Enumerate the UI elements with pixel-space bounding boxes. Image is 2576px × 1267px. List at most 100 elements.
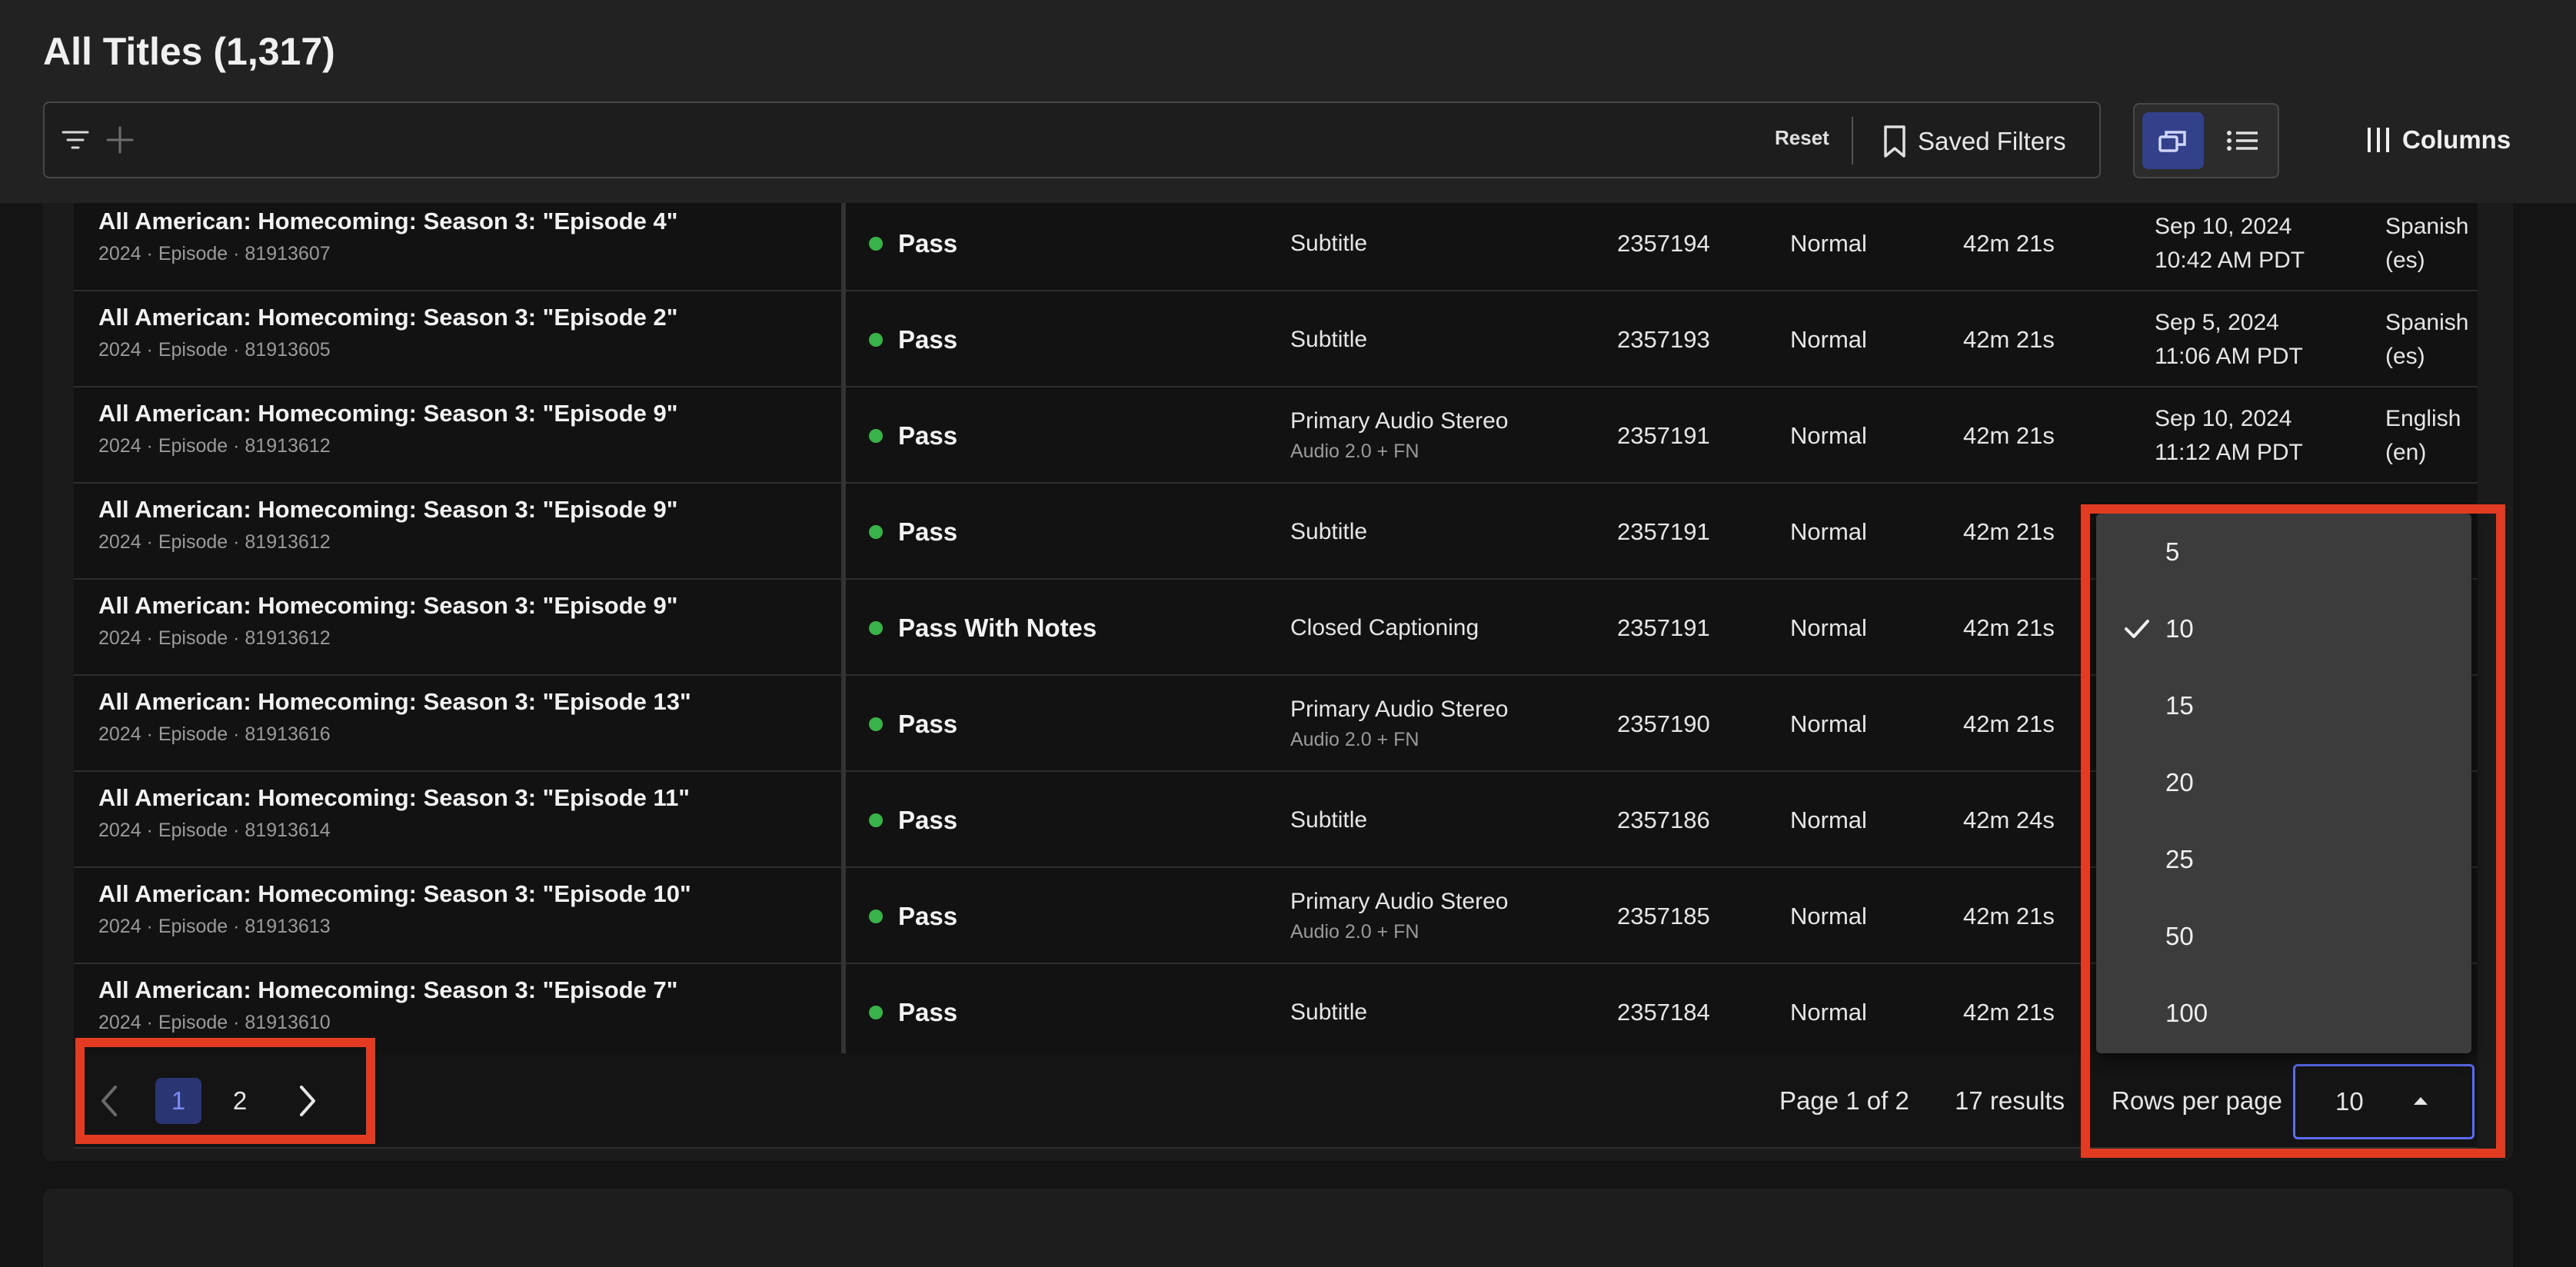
type-main: Primary Audio Stereo	[1290, 889, 1509, 914]
row-subtitle: 2024 · Episode · 81913612	[98, 627, 331, 649]
saved-filters-button[interactable]: Saved Filters	[1882, 120, 2066, 163]
language-text: Spanish	[2385, 213, 2469, 239]
rows-option[interactable]: 100	[2096, 975, 2471, 1052]
rows-option[interactable]: 15	[2096, 667, 2471, 744]
status-dot-icon	[869, 813, 883, 827]
rows-option[interactable]: 5	[2096, 514, 2471, 590]
row-subtitle: 2024 · Episode · 81913614	[98, 820, 331, 841]
time-text: 11:12 AM PDT	[2155, 439, 2303, 465]
id-cell: 2357185	[1617, 902, 1710, 929]
card-view-icon	[2157, 126, 2189, 155]
rows-per-page-menu: 5 10 15 20 25 50 100	[2096, 514, 2471, 1053]
row-title: All American: Homecoming: Season 3: "Epi…	[98, 496, 678, 523]
status-text: Pass	[898, 324, 958, 354]
date-cell: Sep 10, 2024 11:12 AM PDT	[2155, 387, 2303, 484]
row-subtitle: 2024 · Episode · 81913610	[98, 1012, 331, 1033]
filter-divider	[1852, 117, 1853, 165]
filter-bar[interactable]: Reset Saved Filters	[43, 101, 2101, 178]
status-dot-icon	[869, 1005, 883, 1019]
title-cell: All American: Homecoming: Season 3: "Epi…	[98, 496, 898, 554]
priority-cell: Normal	[1790, 710, 1867, 737]
row-subtitle: 2024 · Episode · 81913607	[98, 243, 331, 264]
status-text: Pass	[898, 517, 958, 546]
type-sub: Audio 2.0 + FN	[1290, 441, 1419, 462]
status-dot-icon	[869, 428, 883, 443]
columns-button[interactable]: Columns	[2365, 118, 2511, 161]
filter-icon[interactable]	[60, 125, 91, 155]
rows-option[interactable]: 50	[2096, 898, 2471, 975]
type-cell: Closed Captioning	[1290, 580, 1479, 676]
page-2-button[interactable]: 2	[217, 1078, 263, 1124]
status-cell: Pass	[869, 772, 957, 868]
status-cell: Pass	[869, 868, 957, 964]
caret-up-icon	[2412, 1096, 2429, 1106]
title-cell: All American: Homecoming: Season 3: "Epi…	[98, 592, 898, 650]
priority-cell: Normal	[1790, 998, 1867, 1026]
status-dot-icon	[869, 620, 883, 635]
row-subtitle: 2024 · Episode · 81913612	[98, 531, 331, 553]
next-page-button[interactable]	[297, 1081, 320, 1121]
status-cell: Pass	[869, 964, 957, 1060]
language-cell: Spanish (es)	[2385, 291, 2476, 387]
id-cell: 2357184	[1617, 998, 1710, 1026]
id-cell: 2357190	[1617, 710, 1710, 737]
title-cell: All American: Homecoming: Season 3: "Epi…	[98, 304, 898, 361]
previous-page-button[interactable]	[97, 1081, 120, 1121]
rows-option-label: 10	[2165, 614, 2194, 643]
table-row[interactable]: All American: Homecoming: Season 3: "Epi…	[74, 291, 2478, 387]
type-sub: Audio 2.0 + FN	[1290, 921, 1419, 943]
type-cell: Primary Audio Stereo Audio 2.0 + FN	[1290, 868, 1508, 964]
table-footer: 1 2 Page 1 of 2 17 results Rows per page…	[74, 1053, 2478, 1149]
page-1-button[interactable]: 1	[155, 1078, 201, 1124]
plus-icon[interactable]	[105, 125, 135, 155]
status-cell: Pass	[869, 676, 957, 772]
page-title: All Titles (1,317)	[43, 30, 335, 73]
status-cell: Pass	[869, 387, 957, 484]
column-divider[interactable]	[841, 203, 846, 1053]
table-row[interactable]: All American: Homecoming: Season 3: "Epi…	[74, 387, 2478, 484]
rows-per-page-value: 10	[2335, 1087, 2364, 1116]
id-cell: 2357194	[1617, 229, 1710, 257]
rows-option-label: 25	[2165, 845, 2194, 873]
saved-filters-label: Saved Filters	[1918, 127, 2066, 155]
list-view-button[interactable]	[2212, 112, 2273, 169]
status-cell: Pass	[869, 291, 957, 387]
status-text: Pass	[898, 421, 958, 450]
type-cell: Subtitle	[1290, 772, 1367, 868]
results-count: 17 results	[1955, 1086, 2065, 1115]
reset-button[interactable]: Reset	[1775, 126, 1829, 150]
table-row[interactable]: All American: Homecoming: Season 3: "Epi…	[74, 195, 2478, 291]
duration-cell: 42m 21s	[1963, 710, 2055, 737]
date-text: Sep 10, 2024	[2155, 405, 2292, 431]
card-view-button[interactable]	[2142, 112, 2204, 169]
language-code: (en)	[2385, 439, 2427, 465]
date-text: Sep 5, 2024	[2155, 309, 2279, 335]
type-main: Primary Audio Stereo	[1290, 697, 1509, 722]
status-text: Pass	[898, 997, 958, 1026]
rows-per-page-select[interactable]: 10	[2293, 1064, 2474, 1139]
title-cell: All American: Homecoming: Season 3: "Epi…	[98, 688, 898, 746]
type-main: Subtitle	[1290, 999, 1368, 1025]
type-cell: Primary Audio Stereo Audio 2.0 + FN	[1290, 676, 1508, 772]
row-title: All American: Homecoming: Season 3: "Epi…	[98, 208, 678, 234]
type-main: Subtitle	[1290, 806, 1368, 833]
language-text: Spanish	[2385, 309, 2469, 335]
row-title: All American: Homecoming: Season 3: "Epi…	[98, 304, 678, 331]
row-subtitle: 2024 · Episode · 81913613	[98, 916, 331, 937]
rows-option-label: 15	[2165, 691, 2194, 720]
language-code: (es)	[2385, 343, 2425, 369]
page-header: All Titles (1,317) Reset Saved Filters C…	[0, 0, 2576, 203]
id-cell: 2357191	[1617, 517, 1710, 545]
time-text: 11:06 AM PDT	[2155, 343, 2303, 369]
list-view-icon	[2225, 127, 2259, 155]
rows-option[interactable]: 20	[2096, 744, 2471, 821]
id-cell: 2357191	[1617, 421, 1710, 449]
status-text: Pass With Notes	[898, 613, 1097, 642]
type-cell: Subtitle	[1290, 964, 1367, 1060]
row-title: All American: Homecoming: Season 3: "Epi…	[98, 976, 678, 1003]
duration-cell: 42m 21s	[1963, 325, 2055, 353]
duration-cell: 42m 21s	[1963, 902, 2055, 929]
rows-option[interactable]: 25	[2096, 821, 2471, 898]
status-dot-icon	[869, 236, 883, 251]
rows-option[interactable]: 10	[2096, 590, 2471, 667]
